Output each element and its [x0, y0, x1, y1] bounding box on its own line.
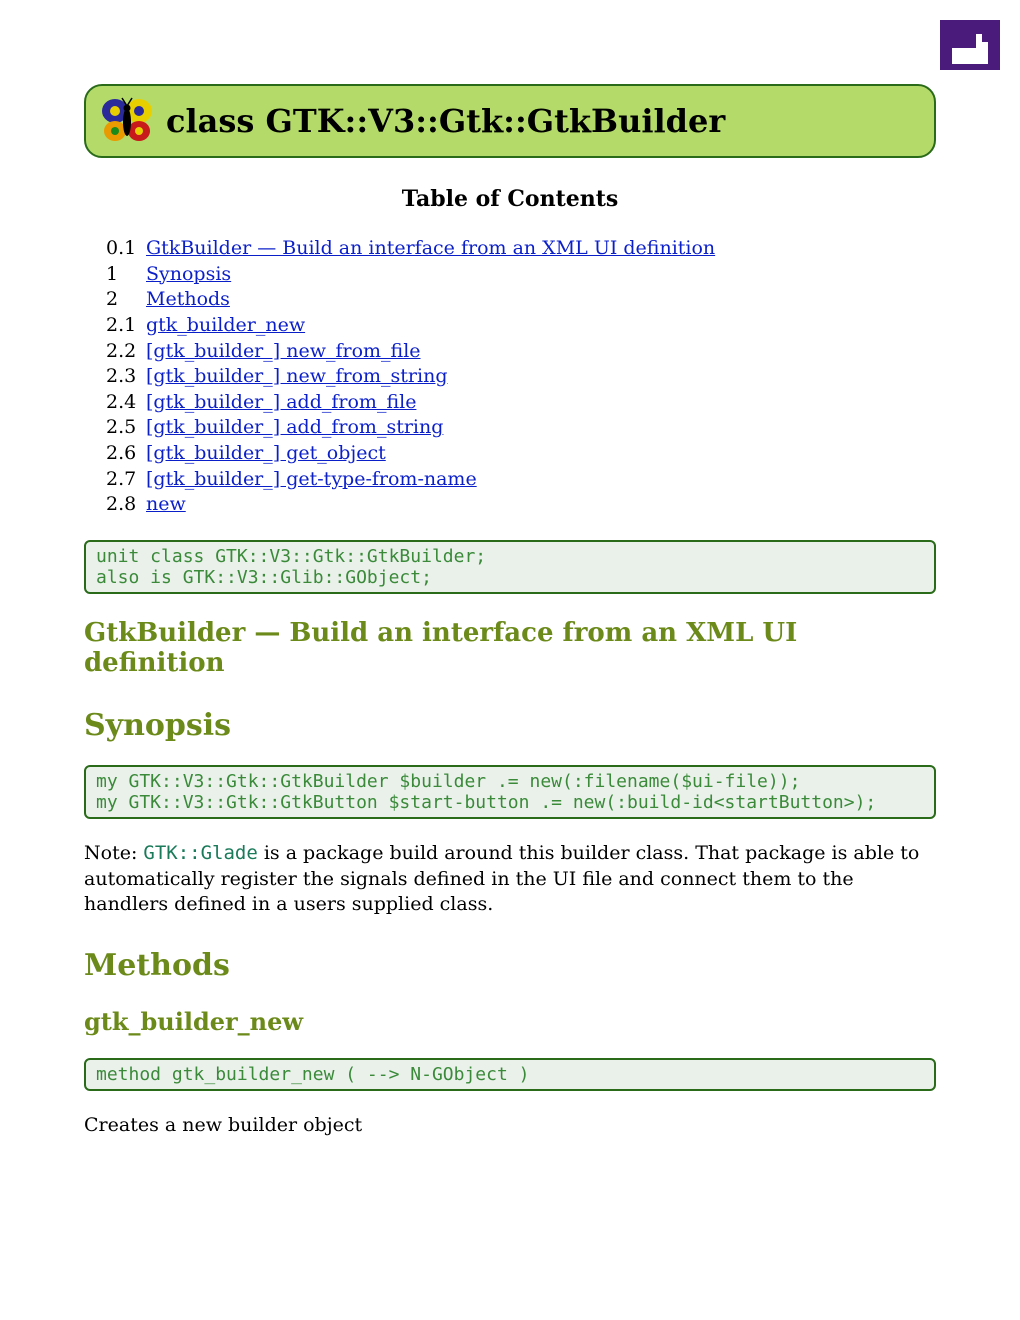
- toc-link[interactable]: Methods: [146, 288, 230, 310]
- code-synopsis: my GTK::V3::Gtk::GtkBuilder $builder .= …: [84, 765, 936, 819]
- toc-link[interactable]: GtkBuilder — Build an interface from an …: [146, 237, 715, 259]
- note-prefix: Note:: [84, 842, 143, 864]
- page-title: class GTK::V3::Gtk::GtkBuilder: [166, 102, 725, 140]
- toc-link[interactable]: Synopsis: [146, 263, 231, 285]
- toc-link[interactable]: [gtk_builder_] add_from_string: [146, 416, 443, 438]
- heading-gtk-builder-new: gtk_builder_new: [84, 1007, 936, 1036]
- toc-row: 2.6[gtk_builder_] get_object: [106, 441, 715, 467]
- toc-row: 2.5[gtk_builder_] add_from_string: [106, 415, 715, 441]
- toc-link[interactable]: [gtk_builder_] get_object: [146, 442, 386, 464]
- toc-row: 2.4[gtk_builder_] add_from_file: [106, 390, 715, 416]
- butterfly-icon: [100, 96, 154, 146]
- creates-paragraph: Creates a new builder object: [84, 1113, 936, 1139]
- toc-link[interactable]: [gtk_builder_] new_from_file: [146, 340, 421, 362]
- heading-synopsis: Synopsis: [84, 708, 936, 743]
- toc-heading: Table of Contents: [84, 186, 936, 212]
- toc-row: 2Methods: [106, 287, 715, 313]
- heading-methods: Methods: [84, 948, 936, 983]
- toc-link[interactable]: new: [146, 493, 186, 515]
- code-gtk-builder-new: method gtk_builder_new ( --> N-GObject ): [84, 1058, 936, 1091]
- title-banner: class GTK::V3::Gtk::GtkBuilder: [84, 84, 936, 158]
- toc-link[interactable]: [gtk_builder_] get-type-from-name: [146, 468, 477, 490]
- toc-link[interactable]: [gtk_builder_] add_from_file: [146, 391, 416, 413]
- toc-link[interactable]: gtk_builder_new: [146, 314, 305, 336]
- toc-row: 0.1GtkBuilder — Build an interface from …: [106, 236, 715, 262]
- code-unit-declaration: unit class GTK::V3::Gtk::GtkBuilder; als…: [84, 540, 936, 594]
- heading-intro: GtkBuilder — Build an interface from an …: [84, 618, 936, 678]
- toc-row: 2.1gtk_builder_new: [106, 313, 715, 339]
- toc-row: 2.2[gtk_builder_] new_from_file: [106, 339, 715, 365]
- toc-row: 2.7[gtk_builder_] get-type-from-name: [106, 467, 715, 493]
- toc-link[interactable]: [gtk_builder_] new_from_string: [146, 365, 447, 387]
- table-of-contents: 0.1GtkBuilder — Build an interface from …: [106, 236, 715, 518]
- corner-logo: [940, 20, 1000, 70]
- note-inline-code: GTK::Glade: [143, 842, 257, 864]
- toc-row: 2.8new: [106, 492, 715, 518]
- toc-row: 2.3[gtk_builder_] new_from_string: [106, 364, 715, 390]
- toc-row: 1Synopsis: [106, 262, 715, 288]
- note-paragraph: Note: GTK::Glade is a package build arou…: [84, 841, 936, 918]
